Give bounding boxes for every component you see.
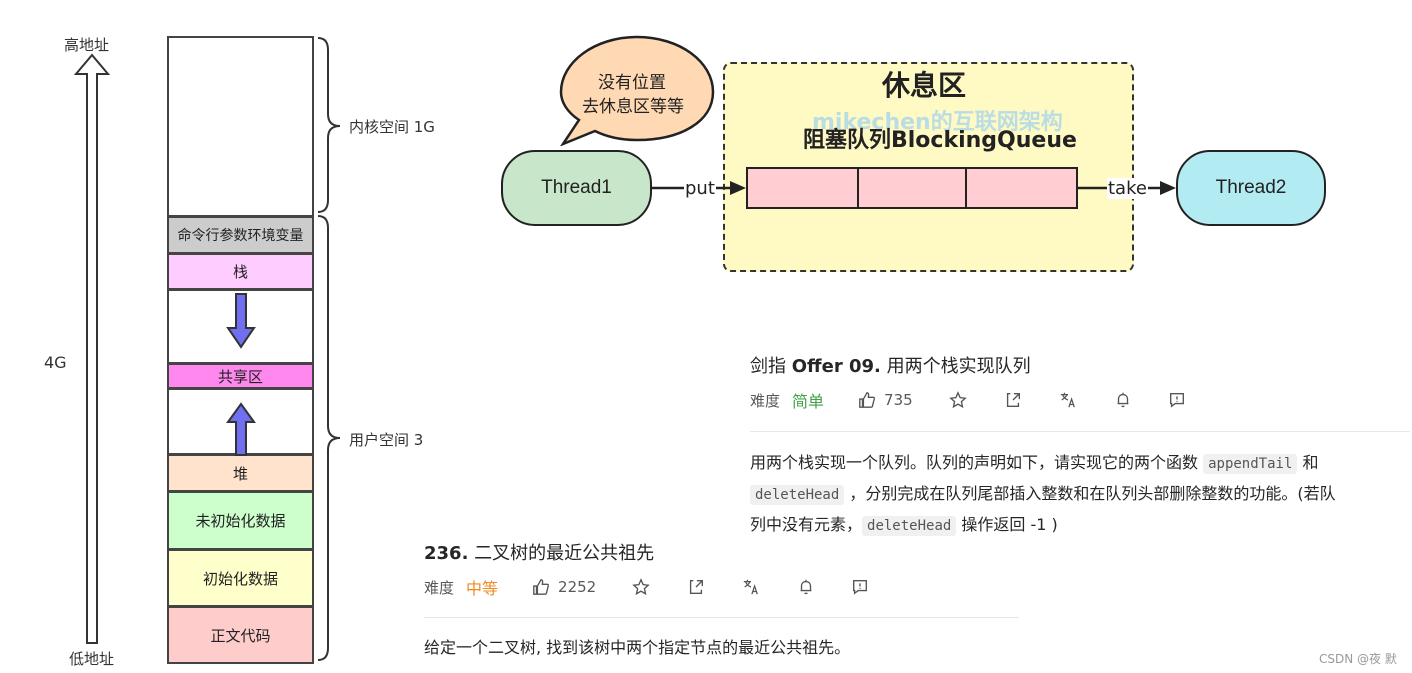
user-space-label: 用户空间 3 [349,431,424,449]
problem2-meta: 难度 中等 2252 [424,575,869,599]
translate-icon[interactable] [742,578,760,596]
queue-title: 阻塞队列BlockingQueue [803,128,1077,153]
problem1-bold: Offer 09. [791,356,881,377]
stack-down-arrow-icon [226,293,256,349]
likes-count: 735 [884,391,913,409]
feedback-icon[interactable] [851,578,869,596]
bubble-line1: 没有位置 [598,73,666,93]
feedback-icon[interactable] [1168,391,1186,409]
divider [750,431,1410,432]
total-size-label: 4G [44,353,67,372]
problem2-title[interactable]: 236. 二叉树的最近公共祖先 [424,539,654,565]
share-icon[interactable] [1004,391,1022,409]
csdn-credit: CSDN @夜 默 [1319,652,1397,666]
bell-icon[interactable] [797,578,815,596]
difficulty-easy: 简单 [792,392,825,411]
divider [424,617,1019,618]
thread2-node: Thread2 [1176,150,1326,226]
star-icon[interactable] [948,391,967,409]
difficulty-label: 难度 [750,391,781,410]
thread1-node: Thread1 [501,150,652,226]
low-address-label: 低地址 [69,650,115,668]
kernel-space-label: 内核空间 1G [349,118,435,136]
desc-text: 操作返回 -1 ) [956,515,1058,534]
kernel-space-block [167,36,314,217]
bell-icon[interactable] [1114,391,1132,409]
bubble-line2: 去休息区等等 [582,97,684,117]
likes-count: 2252 [558,578,597,596]
heap-up-arrow-icon [226,402,256,456]
text-block: 正文代码 [167,606,314,664]
space-braces [317,37,341,661]
address-up-arrow-icon [73,53,111,644]
problem1-prefix: 剑指 [750,356,792,377]
star-icon[interactable] [632,578,650,596]
code-delete-head: deleteHead [750,485,845,505]
problem1-description: 用两个栈实现一个队列。队列的声明如下，请实现它的两个函数 appendTail … [750,448,1402,541]
problem2-title-text: 二叉树的最近公共祖先 [468,543,655,564]
difficulty-label: 难度 [424,578,455,597]
rest-area-title: 休息区 [882,69,967,102]
shared-area-block: 共享区 [167,363,314,389]
desc-text: ，分别完成在队列尾部插入整数和在队列头部删除整数的功能。(若队 [844,484,1336,503]
desc-text: 用两个栈实现一个队列。队列的声明如下，请实现它的两个函数 [750,453,1204,472]
queue-cell [965,167,1078,209]
problem1-title-text: 用两个栈实现队列 [880,356,1031,377]
bss-block: 未初始化数据 [167,491,314,550]
problem2-description: 给定一个二叉树, 找到该树中两个指定节点的最近公共祖先。 [424,638,851,657]
queue-cell [857,167,967,209]
problem2-number: 236. [424,543,469,564]
problem1-title[interactable]: 剑指 Offer 09. 用两个栈实现队列 [750,352,1031,378]
thumbs-up-icon[interactable] [532,578,550,596]
take-label: take [1107,178,1148,199]
translate-icon[interactable] [1059,391,1077,409]
code-append-tail: appendTail [1203,454,1298,474]
desc-text: 列中没有元素， [750,515,863,534]
difficulty-medium: 中等 [466,579,499,598]
share-icon[interactable] [687,578,705,596]
thumbs-up-icon[interactable] [858,391,876,409]
problem1-meta: 难度 简单 735 [750,388,1186,412]
stack-block: 栈 [167,253,314,290]
desc-text: 和 [1297,453,1319,472]
env-args-block: 命令行参数环境变量 [167,216,314,254]
put-label: put [684,178,716,199]
code-delete-head: deleteHead [862,516,957,536]
queue-cell [746,167,859,209]
data-block: 初始化数据 [167,549,314,607]
heap-block: 堆 [167,454,314,492]
